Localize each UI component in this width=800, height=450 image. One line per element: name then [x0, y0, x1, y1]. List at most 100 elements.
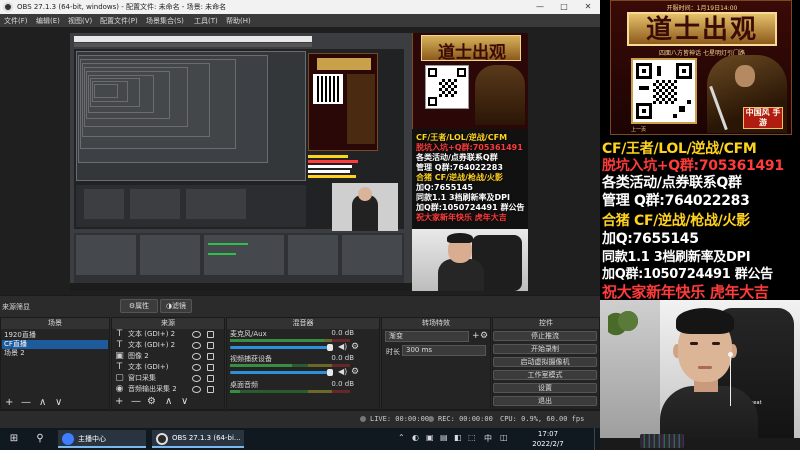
scene-item[interactable]: 1920直播 — [2, 331, 108, 340]
obs-app-icon — [156, 433, 168, 445]
clock-date: 2022/2/7 — [532, 440, 564, 448]
visibility-eye-icon[interactable] — [192, 364, 201, 371]
remove-scene-button[interactable]: — — [21, 398, 31, 408]
visibility-eye-icon[interactable] — [192, 386, 201, 393]
source-item[interactable]: ◉ 音频输出采集 2 — [112, 384, 222, 395]
close-button[interactable]: ✕ — [576, 0, 600, 14]
source-settings-gear-icon[interactable]: ⚙ — [147, 397, 156, 407]
scene-item-selected[interactable]: CF直播 — [2, 340, 108, 349]
windows-start-icon[interactable]: ⊞ — [6, 432, 22, 446]
rec-time: REC: 00:00:00 — [438, 415, 493, 423]
preview-poster: 道士出观 — [412, 33, 528, 129]
lock-icon[interactable] — [207, 331, 214, 338]
text-source-icon: T — [116, 362, 123, 372]
exit-button[interactable]: 退出 — [493, 396, 597, 406]
mixer-gear-icon[interactable]: ⚙ — [351, 343, 359, 352]
search-icon[interactable]: ⚲ — [32, 432, 48, 446]
qr-code-icon — [631, 58, 697, 124]
controls-title: 控件 — [493, 318, 599, 329]
mixer-gear-icon[interactable]: ⚙ — [351, 368, 359, 377]
poster-title: 道士出观 — [645, 15, 758, 45]
start-recording-button[interactable]: 开始录制 — [493, 344, 597, 354]
menu-profile[interactable]: 配置文件(P) — [100, 16, 138, 26]
menu-scene-collection[interactable]: 场景集合(S) — [146, 16, 184, 26]
taskbar-item-anchor-center[interactable]: 主播中心 — [58, 430, 146, 448]
transition-type-select[interactable]: 渐变 — [385, 331, 469, 342]
preview-canvas[interactable]: 道士出观 CF/王者/LOL/逆战/CFM 脱坑入坑+Q群:705361491 … — [70, 33, 528, 291]
lock-icon[interactable] — [207, 353, 214, 360]
remove-source-button[interactable]: — — [131, 397, 141, 407]
tray-app-icon[interactable]: ◐ — [412, 433, 419, 442]
menu-help[interactable]: 帮助(H) — [226, 16, 251, 26]
webcam-feed: Andaseat — [600, 300, 800, 450]
clock-time: 17:07 — [537, 430, 559, 438]
visibility-eye-icon[interactable] — [192, 331, 201, 338]
menu-file[interactable]: 文件(F) — [4, 16, 28, 26]
visibility-eye-icon[interactable] — [192, 353, 201, 360]
lock-icon[interactable] — [207, 364, 214, 371]
taskbar-item-obs[interactable]: OBS 27.1.3 (64-bi... — [152, 430, 244, 448]
qr-code-icon — [425, 65, 469, 109]
stop-streaming-button[interactable]: 停止推流 — [493, 331, 597, 341]
speaker-icon[interactable]: ◀) — [338, 343, 347, 351]
input-method-icon[interactable]: 中 — [484, 433, 492, 444]
poster-title-plate: 道士出观 — [627, 12, 777, 46]
volume-slider[interactable] — [230, 369, 333, 376]
preview-webcam — [412, 229, 528, 291]
visibility-eye-icon[interactable] — [192, 375, 201, 382]
transitions-title: 转场特效 — [382, 318, 490, 329]
volume-slider[interactable] — [230, 344, 333, 351]
audio-output-icon: ◉ — [115, 384, 124, 394]
poster-corner-note: 上一页 — [631, 127, 647, 133]
scenes-title: 场景 — [1, 318, 109, 329]
scene-up-button[interactable]: ∧ — [39, 398, 46, 408]
lock-icon[interactable] — [207, 375, 214, 382]
mini-webcam — [332, 183, 398, 231]
source-item[interactable]: T 文本 (GDI+) 2 — [112, 340, 222, 351]
tray-app-icon[interactable]: ▤ — [440, 433, 448, 442]
source-item[interactable]: ▢ 窗口采集 — [112, 373, 222, 384]
source-up-button[interactable]: ∧ — [165, 397, 172, 407]
add-source-button[interactable]: + — [115, 397, 123, 407]
tray-app-icon[interactable]: ▣ — [426, 433, 434, 442]
mini-poster — [308, 53, 378, 151]
maximize-button[interactable]: □ — [552, 0, 576, 14]
lock-icon[interactable] — [207, 386, 214, 393]
add-transition-button[interactable]: + — [472, 331, 480, 341]
menu-bar: 文件(F) 编辑(E) 视图(V) 配置文件(P) 场景集合(S) 工具(T) … — [0, 14, 600, 27]
tray-app-icon[interactable]: ◫ — [500, 433, 508, 442]
filters-button[interactable]: ◑滤镜 — [160, 299, 192, 313]
network-icon[interactable]: ⬚ — [468, 433, 476, 442]
tray-overflow-icon[interactable]: ⌃ — [398, 433, 405, 442]
transition-settings-gear-icon[interactable]: ⚙ — [480, 331, 488, 341]
anchor-center-app-icon — [62, 433, 74, 445]
overlay-line: 各类活动/点券联系Q群 — [602, 175, 742, 191]
title-bar: OBS 27.1.3 (64-bit, windows) - 配置文件: 未命名… — [0, 0, 600, 14]
studio-mode-button[interactable]: 工作室模式 — [493, 370, 597, 380]
windows-taskbar: ⊞ ⚲ 主播中心 OBS 27.1.3 (64-bi... ⌃ ◐ ▣ ▤ ◧ … — [0, 428, 600, 450]
source-down-button[interactable]: ∨ — [181, 397, 188, 407]
menu-edit[interactable]: 编辑(E) — [36, 16, 60, 26]
lock-icon[interactable] — [207, 342, 214, 349]
nested-desktop-capture — [70, 33, 412, 291]
menu-tools[interactable]: 工具(T) — [194, 16, 218, 26]
scene-item[interactable]: 场景 2 — [2, 349, 108, 358]
menu-view[interactable]: 视图(V) — [68, 16, 92, 26]
speaker-icon[interactable]: ◀) — [338, 368, 347, 376]
visibility-eye-icon[interactable] — [192, 342, 201, 349]
source-item[interactable]: ▣ 图像 2 — [112, 351, 222, 362]
settings-button[interactable]: 设置 — [493, 383, 597, 393]
scene-down-button[interactable]: ∨ — [55, 398, 62, 408]
minimize-button[interactable]: — — [528, 0, 552, 14]
tray-app-icon[interactable]: ◧ — [454, 433, 462, 442]
properties-button[interactable]: ⚙属性 — [120, 299, 158, 313]
cpu-fps: CPU: 0.9%, 60.00 fps — [500, 415, 585, 423]
start-virtual-camera-button[interactable]: 启动虚拟摄像机 — [493, 357, 597, 367]
poster-seal: 中国风 手游 — [743, 107, 783, 129]
source-item[interactable]: T 文本 (GDI+) 2 — [112, 329, 222, 340]
add-scene-button[interactable]: + — [5, 398, 13, 408]
preview-area[interactable]: 道士出观 CF/王者/LOL/逆战/CFM 脱坑入坑+Q群:705361491 … — [0, 27, 600, 295]
taskbar-clock[interactable]: 17:07 2022/2/7 — [528, 429, 568, 449]
source-item[interactable]: T 文本 (GDI+) — [112, 362, 222, 373]
transition-duration-input[interactable]: 300 ms — [402, 345, 486, 356]
